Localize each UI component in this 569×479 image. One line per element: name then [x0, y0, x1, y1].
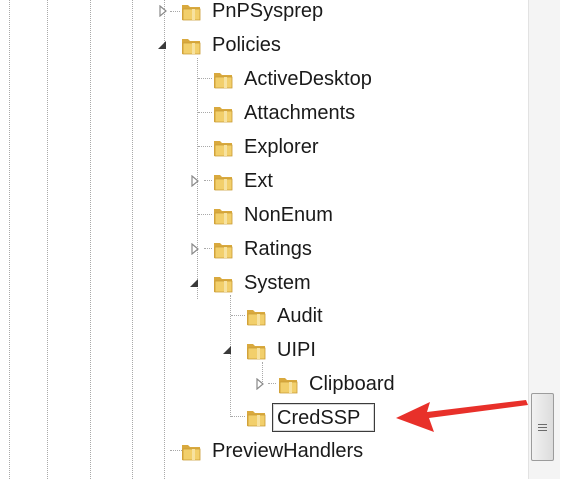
folder-icon [212, 136, 234, 158]
tree-node-policies[interactable]: Policies [0, 30, 528, 60]
tree-node-label[interactable]: Explorer [241, 134, 321, 160]
tree-node-label[interactable]: PnPSysprep [209, 0, 326, 24]
tree-node-pnpsysprep[interactable]: PnPSysprep [0, 0, 528, 30]
tree-node-label[interactable]: System [241, 270, 314, 296]
folder-icon [180, 0, 202, 22]
expand-arrow-icon[interactable] [189, 243, 201, 255]
annotation-arrow-icon [396, 400, 528, 432]
tree-node-ratings[interactable]: Ratings [0, 234, 528, 264]
tree-node-label[interactable]: Policies [209, 32, 284, 58]
folder-icon [212, 204, 234, 226]
folder-icon [212, 238, 234, 260]
scrollbar-thumb[interactable] [531, 393, 554, 461]
collapse-arrow-icon[interactable] [221, 344, 233, 356]
folder-icon [245, 406, 267, 428]
tree-node-label[interactable]: UIPI [274, 337, 319, 363]
expand-arrow-icon[interactable] [254, 378, 266, 390]
grip-icon [538, 423, 547, 431]
folder-icon [212, 102, 234, 124]
tree-node-audit[interactable]: Audit [0, 301, 528, 331]
folder-icon [245, 339, 267, 361]
tree-node-nonenum[interactable]: NonEnum [0, 200, 528, 230]
folder-icon [212, 272, 234, 294]
tree-node-label[interactable]: NonEnum [241, 202, 336, 228]
expand-arrow-icon[interactable] [157, 5, 169, 17]
tree-node-label[interactable]: Clipboard [306, 371, 398, 397]
folder-icon [245, 305, 267, 327]
tree-node-activedesktop[interactable]: ActiveDesktop [0, 64, 528, 94]
folder-icon [180, 440, 202, 462]
tree-node-label[interactable]: Audit [274, 303, 326, 329]
folder-icon [277, 373, 299, 395]
tree-node-label[interactable]: PreviewHandlers [209, 438, 366, 464]
expand-arrow-icon[interactable] [189, 175, 201, 187]
tree-node-explorer[interactable]: Explorer [0, 132, 528, 162]
tree-node-uipi[interactable]: UIPI [0, 335, 528, 365]
tree-node-ext[interactable]: Ext [0, 166, 528, 196]
collapse-arrow-icon[interactable] [156, 39, 168, 51]
tree-node-label[interactable]: ActiveDesktop [241, 66, 375, 92]
tree-node-previewhandlers[interactable]: PreviewHandlers [0, 436, 528, 466]
folder-icon [212, 170, 234, 192]
tree-node-attachments[interactable]: Attachments [0, 98, 528, 128]
tree-node-label[interactable]: Ext [241, 168, 276, 194]
rename-key-input[interactable]: CredSSP [272, 403, 375, 432]
folder-icon [180, 34, 202, 56]
tree-node-label[interactable]: Attachments [241, 100, 358, 126]
folder-icon [212, 68, 234, 90]
collapse-arrow-icon[interactable] [188, 277, 200, 289]
tree-node-system[interactable]: System [0, 268, 528, 298]
tree-node-label[interactable]: Ratings [241, 236, 315, 262]
